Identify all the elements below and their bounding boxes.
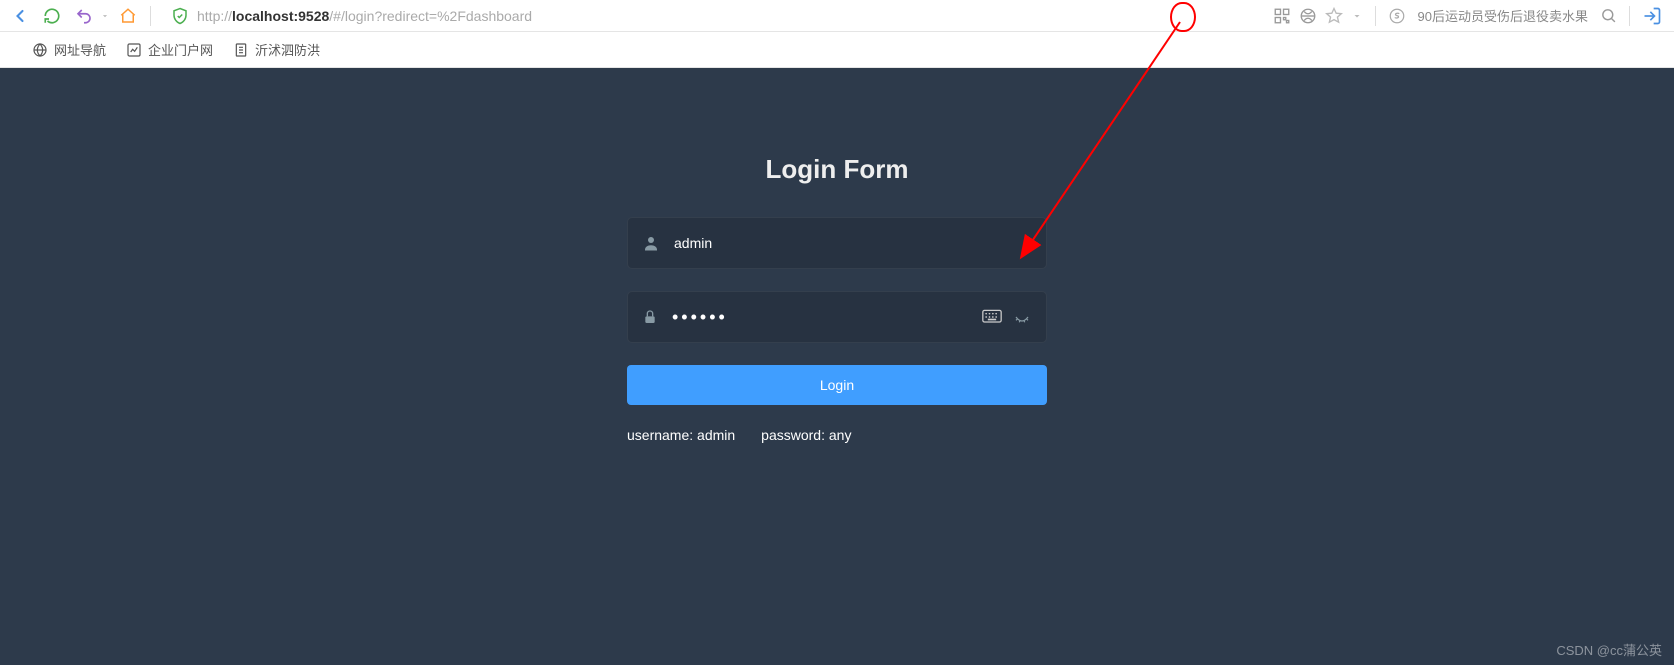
bookmark-label: 沂沭泗防洪 [255, 40, 320, 59]
bookmark-label: 企业门户网 [148, 40, 213, 59]
password-field-wrapper: •••••• [627, 291, 1047, 343]
chevron-down-icon[interactable] [100, 11, 110, 21]
bookmark-item-portal[interactable]: 企业门户网 [126, 40, 213, 59]
page-content: Login Form •••••• Login [0, 68, 1674, 665]
watermark: CSDN @cc蒲公英 [1556, 640, 1662, 659]
reload-icon [43, 7, 61, 25]
search-icon[interactable] [1600, 7, 1617, 24]
bookmark-item-flood[interactable]: 沂沭泗防洪 [233, 40, 320, 59]
url-text[interactable]: http://localhost:9528/#/login?redirect=%… [197, 8, 1257, 24]
keyboard-icon[interactable] [982, 309, 1002, 325]
hint-username: username: admin [627, 427, 735, 443]
shield-icon [171, 7, 189, 25]
back-button[interactable] [6, 2, 34, 30]
bookmark-bar: 网址导航 企业门户网 沂沭泗防洪 [0, 32, 1674, 68]
divider [150, 6, 151, 26]
address-bar[interactable]: http://localhost:9528/#/login?redirect=%… [163, 3, 1265, 29]
toolbar-right: 90后运动员受伤后退役卖水果 [1273, 6, 1668, 26]
undo-icon [75, 7, 93, 25]
document-icon [233, 42, 249, 58]
username-field-wrapper [627, 217, 1047, 269]
chart-icon [126, 42, 142, 58]
password-input[interactable]: •••••• [672, 307, 968, 328]
sogou-icon[interactable] [1388, 7, 1406, 25]
divider [1375, 6, 1376, 26]
home-button[interactable] [114, 2, 142, 30]
browser-toolbar: http://localhost:9528/#/login?redirect=%… [0, 0, 1674, 32]
hot-search-text[interactable]: 90后运动员受伤后退役卖水果 [1418, 6, 1588, 25]
ie-compat-icon[interactable] [1299, 7, 1317, 25]
chevron-down-icon[interactable] [1351, 10, 1363, 22]
login-portal-icon[interactable] [1642, 6, 1662, 26]
user-icon [642, 234, 660, 252]
eye-closed-icon[interactable] [1012, 309, 1032, 325]
login-title: Login Form [627, 154, 1047, 185]
undo-button[interactable] [70, 2, 98, 30]
arrow-left-icon [10, 6, 30, 26]
divider [1629, 6, 1630, 26]
globe-icon [32, 42, 48, 58]
qr-icon[interactable] [1273, 7, 1291, 25]
username-input[interactable] [674, 218, 1032, 268]
login-form: Login Form •••••• Login [627, 154, 1047, 665]
login-hints: username: admin password: any [627, 427, 1047, 443]
bookmark-item-nav[interactable]: 网址导航 [32, 40, 106, 59]
home-icon [119, 7, 137, 25]
login-button[interactable]: Login [627, 365, 1047, 405]
bookmark-label: 网址导航 [54, 40, 106, 59]
lock-icon [642, 309, 658, 325]
hint-password: password: any [761, 427, 851, 443]
reload-button[interactable] [38, 2, 66, 30]
star-icon[interactable] [1325, 7, 1343, 25]
